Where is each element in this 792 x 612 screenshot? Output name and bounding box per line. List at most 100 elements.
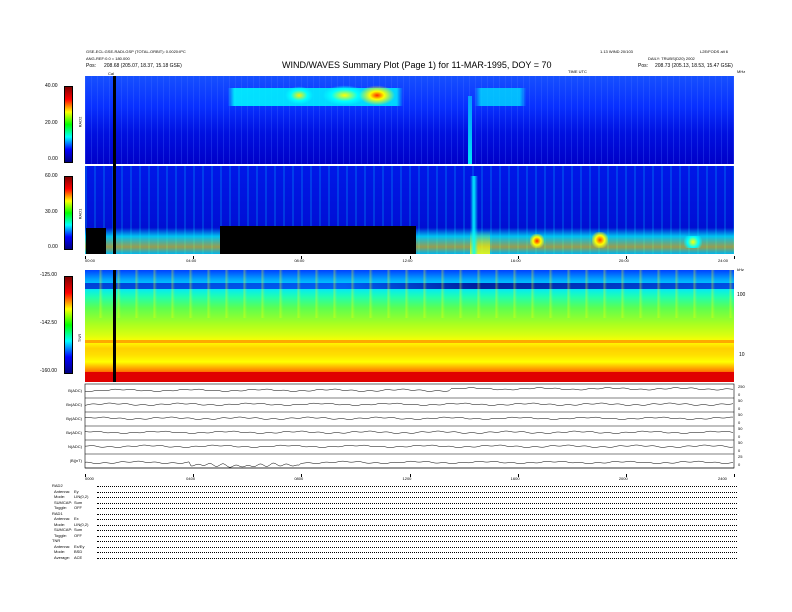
trace-time-tick-mark — [734, 474, 735, 477]
header-left-line2: ANG-REF:0.0 = 180.000 — [86, 56, 130, 61]
tnr-right-tick-10: 10 — [739, 352, 745, 358]
rad-time-tick-label: 16:00 — [510, 258, 521, 263]
rad2-tick-mid: 20.00 — [45, 120, 58, 126]
rad-time-tick-label: 24:00 — [718, 258, 729, 263]
rad2-tick-top: 40.00 — [45, 83, 58, 89]
rad-time-tick-mark — [734, 256, 735, 259]
trace-time-tick-label: 1600 — [510, 476, 520, 481]
trace-right-tick: 50 — [738, 398, 743, 403]
footer-params: RAD2 Antenna: Ey Mode: LIN(0,2) SUMCAP: Sum Tog… — [52, 484, 742, 574]
footer-dotted-rule — [97, 557, 737, 559]
header-far-right: L2E/FODS alt 6 — [700, 49, 729, 54]
b-traces: B(ADC)2500Bx(ADC)500By(ADC)500Bz(ADC)500… — [66, 383, 745, 469]
footer-param-key: Average: — [54, 554, 70, 560]
page-title: WIND/WAVES Summary Plot (Page 1) for 11-… — [282, 60, 552, 70]
trace-right-tick: 0 — [738, 392, 741, 397]
header-right-line2: DAILY: TRUBS(D20) 2002 — [648, 56, 695, 61]
trace-line — [84, 402, 734, 406]
trace-line — [84, 416, 734, 420]
rad2-colorbar — [64, 86, 73, 163]
trace-label: Bz(ADC) — [66, 430, 82, 435]
footer-dotted-rule — [97, 513, 737, 515]
tnr-plasma-line — [85, 340, 734, 343]
footer-param-value: Ex/Ey — [74, 543, 85, 549]
trace-label: N(ADC) — [68, 444, 83, 449]
tnr-tick-top: -125.00 — [40, 272, 57, 278]
trace-time-tick-label: 2400 — [718, 476, 727, 481]
trace-right-tick: 0 — [738, 406, 741, 411]
footer-param-key: SUMCAP: — [54, 527, 73, 532]
time-label: TIME UTC — [568, 69, 587, 74]
rad-time-tick-label: 00:00 — [85, 258, 96, 263]
rad1-tick-top: 60.00 — [45, 173, 58, 179]
rad1-data-gap — [220, 226, 416, 254]
tnr-label: TNR — [77, 333, 83, 343]
tnr-colorbar — [64, 276, 73, 374]
header-left-line1: GSE-ECL:GSE-RADI-GSP (TOTAL-ORBIT): 0.00… — [86, 49, 186, 54]
footer-section-name: RAD1 — [52, 510, 63, 516]
rad-time-tick-label: 20:00 — [618, 258, 629, 263]
cal-line-rad — [113, 76, 116, 254]
rad2-tick-bottom: 0.00 — [48, 156, 58, 162]
footer-param-key: Mode: — [54, 494, 66, 499]
trace-line — [84, 387, 734, 392]
header-left-line3-value: 208.68 (205.07, 18.37, 15.18 GSE) — [104, 63, 182, 69]
footer-param-value: Ey — [74, 488, 79, 494]
trace-line — [84, 460, 734, 468]
tnr-tick-bottom: -160.00 — [40, 368, 57, 374]
footer-dotted-rule — [97, 535, 737, 537]
footer-dotted-rule — [97, 508, 737, 509]
tnr-right-tick-100: 100 — [737, 292, 746, 298]
footer-dotted-rule — [97, 546, 737, 548]
trace-right-tick: 0 — [738, 462, 741, 467]
rad1-burst-c — [684, 236, 702, 248]
trace-label: Bx(ADC) — [66, 402, 82, 407]
footer-dotted-rule — [97, 486, 737, 487]
rad1-label: RAD1 — [77, 208, 83, 220]
trace-right-tick: 50 — [738, 426, 743, 431]
footer-param-value: LIN(0,2) — [74, 521, 89, 527]
footer-param-key: Mode: — [54, 549, 66, 554]
footer-param-value: OFF — [74, 532, 82, 538]
footer-param-key: Toggle: — [54, 532, 67, 538]
footer-param-key: Mode: — [54, 521, 66, 527]
footer-dotted-rule — [97, 530, 737, 531]
header-right-line1: 1.13 WIND 20/103 — [600, 49, 633, 54]
footer-section-name: RAD2 — [52, 483, 63, 488]
trace-right-tick: 250 — [738, 384, 745, 389]
rad-time-tick-label: 04:00 — [186, 258, 197, 263]
cal-line-tnr — [113, 270, 116, 382]
time-axis-top: 00:00 04:00 08:00 12:00 16:00 20:00 24:00 — [85, 256, 735, 266]
footer-param-key: Toggle: — [54, 505, 67, 510]
footer-dotted-rule — [97, 497, 737, 498]
trace-time-tick-label: 0800 — [294, 476, 304, 481]
footer-param-value: OFF — [74, 505, 82, 510]
footer-dotted-rule — [97, 524, 737, 526]
footer-dotted-rule — [97, 552, 737, 553]
header-right-line3-value: 208.73 (205.13, 18.53, 15.47 GSE) — [655, 63, 733, 69]
trace-right-tick: 0 — [738, 420, 741, 425]
trace-right-tick: 25 — [738, 454, 743, 459]
footer-param-value: Ex — [74, 516, 79, 521]
rad-time-tick-label: 08:00 — [294, 258, 305, 263]
footer-param-key: Antenna: — [54, 543, 71, 549]
tnr-right-header: kHz — [737, 267, 744, 272]
footer-param-value: ACE — [74, 554, 83, 560]
rad2-type3-streak — [468, 96, 472, 164]
trace-time-tick-label: 0000 — [85, 476, 94, 481]
trace-label: B(ADC) — [68, 388, 82, 393]
footer-param-value: BSD — [74, 549, 83, 554]
footer-param-value: LIN(0,2) — [74, 494, 89, 499]
rad1-colorbar — [64, 176, 73, 250]
trace-time-tick-label: 0400 — [186, 476, 196, 481]
footer-param-value: Sum — [74, 527, 83, 532]
footer-dotted-rule — [97, 491, 737, 493]
rad1-burst-a — [530, 234, 544, 248]
rad1-burst-b — [592, 232, 608, 248]
trace-line — [84, 430, 734, 434]
trace-time-tick-label: 1200 — [402, 476, 412, 481]
rad2-label: RAD2 — [77, 116, 83, 128]
time-axis-bottom: 0000 0400 0800 1200 1600 2000 2400 — [85, 474, 735, 484]
rad1-tick-mid: 30.00 — [45, 209, 58, 215]
trace-right-tick: 50 — [738, 412, 743, 417]
